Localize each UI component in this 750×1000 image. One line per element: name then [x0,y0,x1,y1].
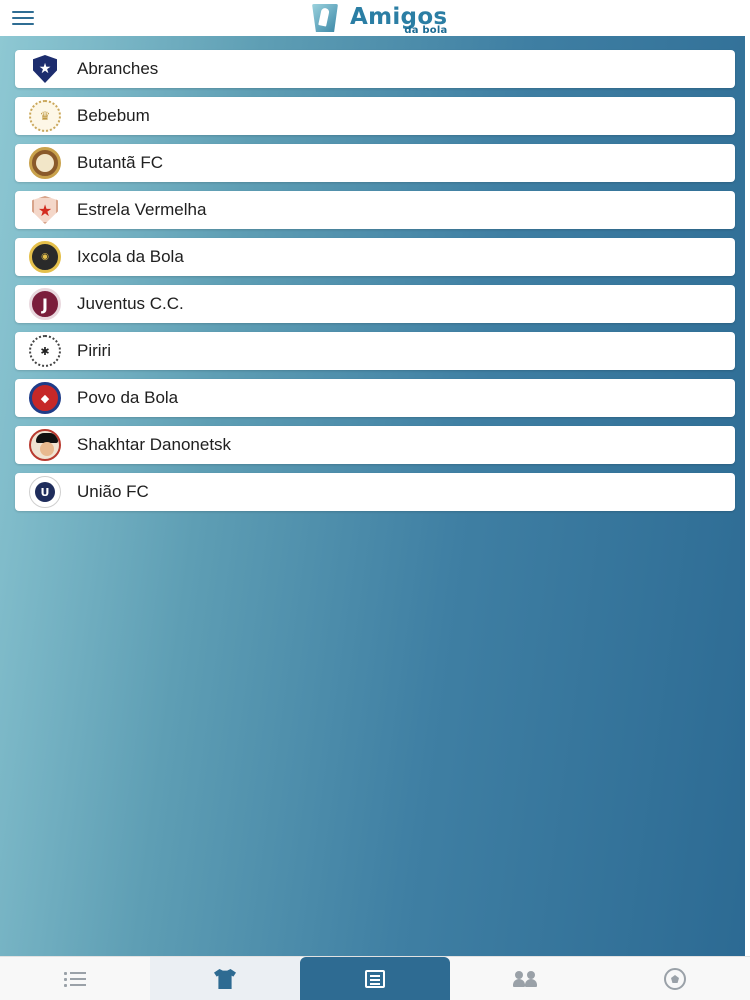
tab-teams[interactable] [150,957,300,1000]
team-item-estrela-vermelha[interactable]: ★ Estrela Vermelha [15,191,735,229]
team-item-butanta-fc[interactable]: Butantã FC [15,144,735,182]
bottom-tab-bar [0,956,750,1000]
team-name: Povo da Bola [77,388,179,407]
team-list: ★ Abranches ♛ Bebebum Butantã FC ★ Estre… [15,50,735,520]
team-name: Ixcola da Bola [77,247,184,266]
team-item-abranches[interactable]: ★ Abranches [15,50,735,88]
team-name: Piriri [77,341,111,360]
logo-subtitle: da bola [404,24,448,36]
team-item-shakhtar-danonetsk[interactable]: Shakhtar Danonetsk [15,426,735,464]
juventus-cc-crest-icon: J [29,288,61,320]
amigos-da-bola-logo-icon [310,2,340,32]
list-icon [64,971,86,987]
bebebum-crest-icon: ♛ [29,100,61,132]
team-name: Estrela Vermelha [77,200,207,219]
tab-matches[interactable] [600,957,750,1000]
app-logo: Amigos da bola [310,0,448,36]
hamburger-menu-icon[interactable] [12,11,34,25]
ixcola-da-bola-crest-icon: ◉ [29,241,61,273]
uniao-fc-crest-icon: U [29,476,61,508]
butanta-fc-crest-icon [29,147,61,179]
soccer-ball-icon [664,968,686,990]
team-item-juventus-cc[interactable]: J Juventus C.C. [15,285,735,323]
abranches-crest-icon: ★ [29,53,61,85]
tab-list[interactable] [0,957,150,1000]
team-item-uniao-fc[interactable]: U União FC [15,473,735,511]
team-item-piriri[interactable]: ✱ Piriri [15,332,735,370]
team-item-bebebum[interactable]: ♛ Bebebum [15,97,735,135]
tab-players[interactable] [450,957,600,1000]
team-item-ixcola-da-bola[interactable]: ◉ Ixcola da Bola [15,238,735,276]
team-name: Shakhtar Danonetsk [77,435,232,454]
povo-da-bola-crest-icon: ◆ [29,382,61,414]
team-name: Juventus C.C. [77,294,184,313]
main-content: ★ Abranches ♛ Bebebum Butantã FC ★ Estre… [0,36,750,956]
shakhtar-danonetsk-crest-icon [29,429,61,461]
newspaper-icon [365,970,385,988]
team-name: Bebebum [77,106,150,125]
estrela-vermelha-crest-icon: ★ [29,194,61,226]
shirt-icon [214,969,236,989]
people-icon [513,971,537,987]
piriri-crest-icon: ✱ [29,335,61,367]
tab-news[interactable] [300,957,450,1000]
team-name: Abranches [77,59,159,78]
team-name: União FC [77,482,149,501]
top-app-bar: Amigos da bola [0,0,750,36]
team-name: Butantã FC [77,153,163,172]
team-item-povo-da-bola[interactable]: ◆ Povo da Bola [15,379,735,417]
